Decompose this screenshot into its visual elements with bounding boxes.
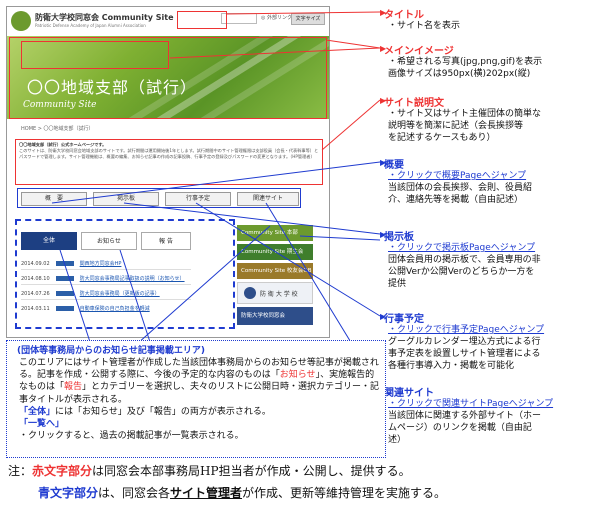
annotation-events-heading: 行事予定	[384, 314, 424, 325]
annotation-links-heading: 関連サイト	[384, 388, 434, 399]
breadcrumb[interactable]: HOME > 〇〇地域支部（試行）	[21, 125, 94, 132]
notice-area-description: (団体等事務局からのお知らせ記事掲載エリア) このエリアにはサイト管理者が作成し…	[6, 340, 386, 458]
annotation-board-heading: 掲示板	[384, 232, 414, 243]
alumni-banner[interactable]: 防衛大学校同窓会	[237, 307, 313, 325]
annotation-description-heading: サイト説明文	[384, 98, 444, 109]
footer-note-blue: 青文字部分は、同窓会各サイト管理者が作成、更新等維持管理を実施する。	[38, 486, 447, 500]
annotation-board-text: ・クリックで掲示板Pageへジャンプ 団体会員用の掲示板で、会員専用の非 公開V…	[388, 243, 541, 289]
academy-label: 防 衛 大 学 校	[260, 291, 298, 298]
external-link[interactable]: ◎ 外部リンク	[261, 14, 292, 21]
annotation-title-text: ・サイト名を表示	[388, 21, 461, 31]
annotation-title-heading: タイトル	[384, 10, 424, 21]
annotation-main-image-heading: メインイメージ	[384, 46, 454, 57]
footer-note-red: 注：赤文字部分は同窓会本部事務局HP担当者が作成・公開し、提供する。	[8, 464, 411, 478]
banner-honbu[interactable]: Community Site 本部	[237, 225, 313, 241]
association-logo-icon	[11, 11, 31, 31]
notice-area-body: このエリアにはサイト管理者が作成した当該団体事務局からのお知らせ等記事が掲載され…	[19, 358, 380, 442]
hero-title-highlight-box	[21, 41, 169, 69]
nav-highlight-box	[17, 188, 301, 208]
annotation-description-text: ・サイト又はサイト主催団体の簡単な 説明等を簡潔に記述（会長挨拶等 を記述するケ…	[388, 109, 542, 143]
annotation-main-image-text: ・希望される写真(jpg,png,gif)を表示 画像サイズは950px(横)2…	[388, 57, 543, 79]
emblem-icon	[244, 287, 256, 299]
banner-ob[interactable]: Community Site 校友会OB	[237, 263, 313, 279]
banner-kiseikai[interactable]: Community Site 期生会	[237, 244, 313, 260]
site-name: 防衛大学校同窓会 Community Site	[35, 13, 174, 22]
annotation-overview-heading: 概要	[384, 160, 404, 171]
site-header: 防衛大学校同窓会 Community Site Patriotic Defens…	[7, 7, 329, 35]
annotation-links-text: ・クリックで関連サイトPageへジャンプ 当該団体に関連する外部サイト（ホー ム…	[388, 399, 554, 445]
annotation-overview-text: ・クリックで概要Pageへジャンプ 当該団体の会長挨拶、会則、役員紹 介、連絡先…	[388, 171, 533, 205]
site-mockup-screenshot: 防衛大学校同窓会 Community Site Patriotic Defens…	[6, 6, 330, 338]
academy-banner[interactable]: 防 衛 大 学 校	[237, 282, 313, 304]
notice-area-highlight-box	[15, 219, 235, 329]
description-highlight-box	[15, 139, 323, 185]
font-size-button[interactable]: 文字サイズ	[291, 13, 325, 25]
title-highlight-box	[177, 11, 227, 29]
annotation-events-text: ・クリックで行事予定Pageへジャンプ グーグルカレンダー埋込方式による行 事予…	[388, 325, 545, 371]
site-subtitle: Patriotic Defense Academy of Japan Alumn…	[35, 23, 146, 28]
notice-area-heading: (団体等事務局からのお知らせ記事掲載エリア)	[17, 346, 206, 356]
